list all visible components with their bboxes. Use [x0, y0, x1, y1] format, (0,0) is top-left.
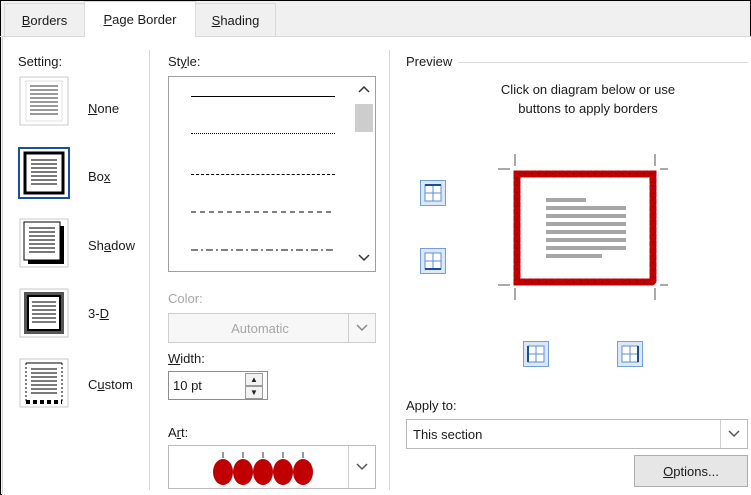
options-button-label: Options...: [663, 463, 719, 479]
width-label: Width:: [168, 351, 205, 366]
tab-strip: Borders Page Border Shading: [0, 0, 751, 37]
chevron-down-icon[interactable]: [348, 314, 375, 342]
setting-3d-label[interactable]: 3-D: [88, 306, 109, 321]
column-divider: [149, 50, 150, 490]
style-option-solid[interactable]: [191, 96, 335, 97]
width-value: 10 pt: [173, 378, 202, 393]
width-field[interactable]: 10 pt ▲ ▼: [168, 371, 268, 400]
setting-custom-label[interactable]: Custom: [88, 377, 133, 392]
column-divider: [389, 50, 390, 490]
setting-none-label[interactable]: None: [88, 101, 119, 116]
bottom-border-button[interactable]: [420, 248, 446, 274]
setting-label: Setting:: [18, 54, 63, 69]
apply-to-label: Apply to:: [406, 398, 457, 413]
setting-box-label[interactable]: Box: [88, 169, 110, 184]
scroll-thumb[interactable]: [355, 104, 373, 132]
art-label: Art:: [168, 425, 189, 440]
preview-title: Preview: [406, 54, 453, 69]
scroll-up-icon[interactable]: [353, 78, 375, 100]
setting-shadow-label[interactable]: Shadow: [88, 238, 135, 253]
tab-label: Borders: [21, 12, 68, 28]
style-option-dashed-fine[interactable]: [191, 174, 335, 175]
right-border-button[interactable]: [617, 341, 643, 367]
setting-custom-icon[interactable]: [18, 357, 70, 409]
color-dropdown[interactable]: Automatic: [168, 313, 376, 343]
setting-3d-icon[interactable]: [18, 287, 70, 339]
color-label: Color:: [168, 291, 203, 306]
preview-instruction-line2: buttons to apply borders: [518, 101, 658, 116]
art-dropdown[interactable]: [168, 445, 376, 489]
chevron-down-icon[interactable]: [348, 446, 375, 488]
apply-to-value: This section: [413, 427, 483, 442]
spin-up-icon[interactable]: ▲: [245, 373, 263, 386]
preview-instruction-line1: Click on diagram below or use: [500, 82, 676, 97]
left-border-button[interactable]: [523, 341, 549, 367]
setting-shadow-icon[interactable]: [18, 217, 70, 269]
spin-down-icon[interactable]: ▼: [245, 386, 263, 399]
preview-rule: [458, 62, 748, 63]
style-scrollbar[interactable]: [353, 77, 375, 271]
tab-shading[interactable]: Shading: [195, 3, 276, 36]
chevron-down-icon[interactable]: [720, 420, 747, 448]
style-listbox[interactable]: [168, 76, 376, 272]
apple-art-icon: [213, 450, 313, 489]
style-option-dotted[interactable]: [191, 133, 335, 134]
tab-label: Page Border: [103, 12, 177, 27]
tab-page-border[interactable]: Page Border: [84, 1, 196, 37]
scroll-down-icon[interactable]: [353, 247, 375, 269]
top-border-button[interactable]: [420, 180, 446, 206]
apply-to-dropdown[interactable]: This section: [406, 419, 748, 449]
setting-box-icon[interactable]: [18, 147, 70, 199]
tab-borders[interactable]: Borders: [4, 3, 85, 36]
color-value: Automatic: [231, 321, 289, 336]
setting-none-icon[interactable]: [18, 75, 70, 127]
tab-label: Shading: [211, 12, 260, 28]
style-label: Style:: [168, 54, 201, 69]
options-button[interactable]: Options...: [634, 455, 748, 487]
preview-diagram[interactable]: [498, 152, 668, 305]
